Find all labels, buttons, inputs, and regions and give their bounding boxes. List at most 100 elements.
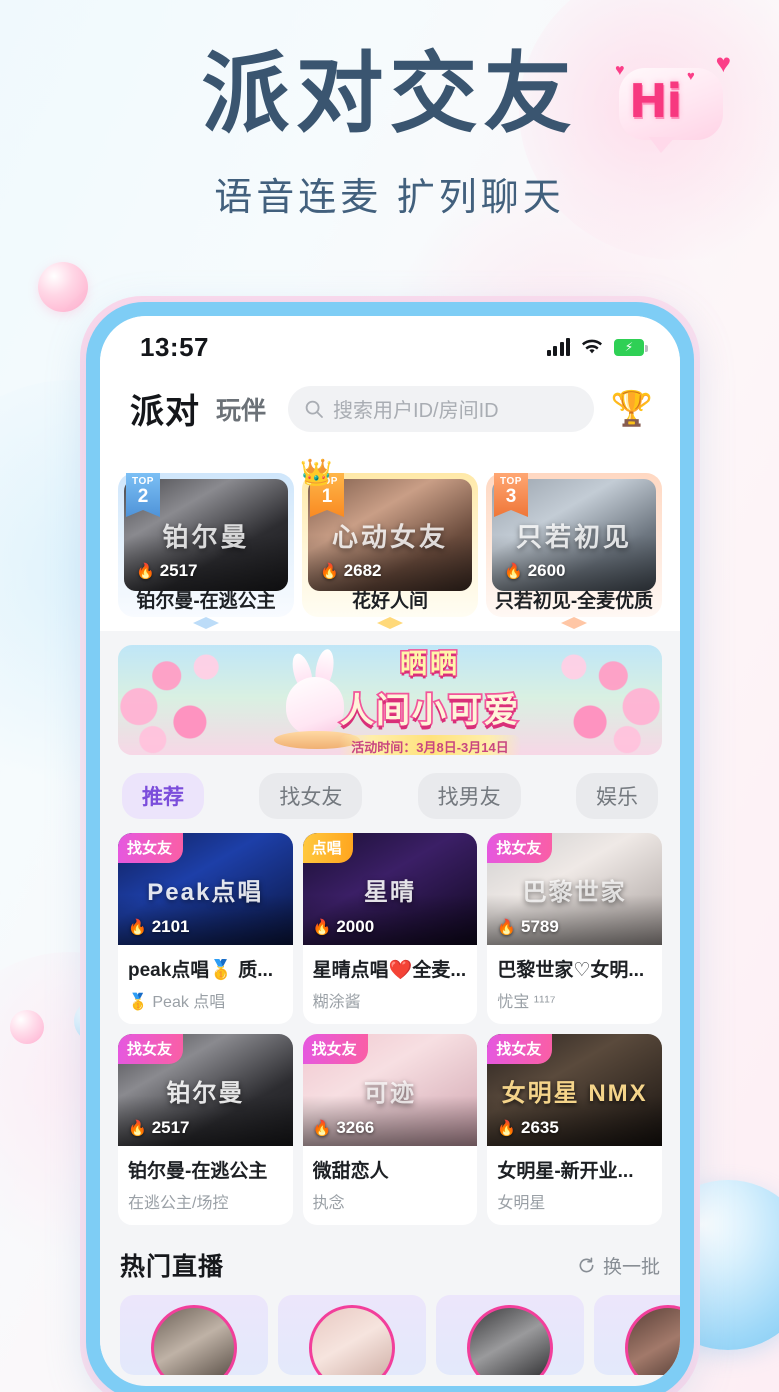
tab-party[interactable]: 派对 <box>130 384 200 433</box>
banner-line-2: 人间小可爱 <box>338 690 520 732</box>
room-category-badge: 找女友 <box>487 1034 553 1064</box>
room-heat-value: 2000 <box>336 917 375 936</box>
top-ranking-row: 铂尔曼 🔥 2517 TOP 2 铂尔曼-在逃公主 心动女友 🔥 2682 👑 … <box>100 451 680 631</box>
live-avatar-card[interactable] <box>594 1295 680 1375</box>
room-title: 星晴点唱❤️全麦... <box>312 960 467 981</box>
sakura-tree-right-icon <box>546 645 662 755</box>
hot-live-header: 热门直播 换一批 <box>120 1247 660 1283</box>
room-heat-value: 2101 <box>151 917 190 936</box>
refresh-label: 换一批 <box>602 1256 660 1278</box>
filter-tab-recommend[interactable]: 推荐 <box>122 773 204 819</box>
wifi-icon <box>582 339 602 354</box>
room-thumbnail: 铂尔曼 找女友 🔥 2517 <box>118 1034 293 1146</box>
banner-text-block: 晒晒 人间小可爱 活动时间：3月8日-3月14日 <box>338 645 521 755</box>
pedestal-diamond-1 <box>377 617 403 629</box>
room-heat-value: 2635 <box>521 1118 559 1137</box>
room-category-badge: 找女友 <box>487 833 553 863</box>
heart-icon-tiny: ♥ <box>687 68 695 83</box>
room-heat: 🔥 5789 <box>497 917 559 937</box>
room-host: 糊涂酱 <box>312 994 361 1011</box>
room-category-badge: 找女友 <box>302 1034 368 1064</box>
hi-sticker-label: Hi <box>629 74 682 128</box>
status-time: 13:57 <box>140 331 209 362</box>
room-category-badge: 点唱 <box>302 833 353 863</box>
page-subtitle: 语音连麦 扩列聊天 <box>214 177 565 220</box>
room-card[interactable]: 可迹 找女友 🔥 3266 微甜恋人 执念 <box>302 1034 478 1225</box>
trophy-icon[interactable]: 🏆 <box>610 392 654 426</box>
flame-icon: 🔥 <box>136 563 155 580</box>
live-avatar-card[interactable] <box>278 1295 426 1375</box>
pedestal-diamond-3 <box>561 617 587 629</box>
room-heat-value: 5789 <box>521 917 559 936</box>
avatar <box>467 1305 553 1375</box>
heat-count-3: 🔥 2600 <box>504 561 566 581</box>
room-heat: 🔥 2635 <box>497 1118 559 1138</box>
search-input[interactable]: 搜索用户ID/房间ID <box>288 385 594 432</box>
room-thumbnail: 星晴 点唱 🔥 2000 <box>302 833 478 945</box>
heat-value-1: 2682 <box>343 561 382 580</box>
promo-banner[interactable]: 晒晒 人间小可爱 活动时间：3月8日-3月14日 <box>118 645 662 755</box>
filter-tab-entertainment[interactable]: 娱乐 <box>575 773 658 819</box>
room-title: 微甜恋人 <box>312 1161 389 1182</box>
search-placeholder: 搜索用户ID/房间ID <box>333 400 499 422</box>
flame-icon: 🔥 <box>504 563 523 580</box>
room-host: 执念 <box>312 1195 345 1212</box>
top-rank-card-3[interactable]: 只若初见 🔥 2600 TOP 3 只若初见-全麦优质 <box>486 459 662 629</box>
heat-count-1: 🔥 2682 <box>320 561 382 581</box>
signal-bars-icon <box>546 338 570 356</box>
banner-line-1: 晒晒 <box>398 648 460 681</box>
status-bar: 13:57 ⚡ <box>100 316 680 372</box>
flame-icon: 🔥 <box>128 1120 147 1137</box>
refresh-icon <box>579 1256 594 1272</box>
room-thumbnail: 巴黎世家 找女友 🔥 5789 <box>487 833 662 945</box>
room-thumbnail: 女明星 NMX 找女友 🔥 2635 <box>487 1034 662 1146</box>
top-rank-card-2[interactable]: 铂尔曼 🔥 2517 TOP 2 铂尔曼-在逃公主 <box>118 459 294 629</box>
room-card[interactable]: 铂尔曼 找女友 🔥 2517 铂尔曼-在逃公主 在逃公主/场控 <box>118 1034 293 1225</box>
crown-icon: 👑 <box>300 457 333 487</box>
filter-tab-find-boyfriend[interactable]: 找男友 <box>417 773 521 819</box>
hot-live-section: 热门直播 换一批 <box>100 1235 680 1375</box>
room-title: peak点唱🥇 质... <box>128 960 274 981</box>
filter-tab-find-girlfriend[interactable]: 找女友 <box>259 773 363 819</box>
flame-icon: 🔥 <box>312 919 332 936</box>
decorative-bubble-pink-icon <box>38 262 88 312</box>
flame-icon: 🔥 <box>320 563 339 580</box>
heart-icon-large: ♥ <box>715 48 731 78</box>
room-host: 🥇 Peak 点唱 <box>128 994 226 1011</box>
filter-tabs: 推荐 找女友 找男友 娱乐 <box>100 769 680 833</box>
room-card[interactable]: 巴黎世家 找女友 🔥 5789 巴黎世家♡女明... 忧宝 ¹¹¹⁷ <box>487 833 662 1024</box>
heat-count-2: 🔥 2517 <box>136 561 198 581</box>
hot-live-title: 热门直播 <box>120 1253 225 1281</box>
room-grid: Peak点唱 找女友 🔥 2101 peak点唱🥇 质... 🥇 Peak 点唱… <box>100 833 680 1235</box>
heat-value-3: 2600 <box>527 561 566 580</box>
flame-icon: 🔥 <box>312 1120 332 1137</box>
promo-banner-area: 晒晒 人间小可爱 活动时间：3月8日-3月14日 <box>100 631 680 769</box>
room-card[interactable]: 女明星 NMX 找女友 🔥 2635 女明星-新开业... 女明星 <box>487 1034 662 1225</box>
top-rank-card-1[interactable]: 心动女友 🔥 2682 👑 TOP 1 花好人间 <box>300 457 478 629</box>
pedestal-diamond-2 <box>193 617 219 629</box>
room-card[interactable]: Peak点唱 找女友 🔥 2101 peak点唱🥇 质... 🥇 Peak 点唱 <box>118 833 293 1024</box>
room-title: 铂尔曼-在逃公主 <box>128 1161 268 1182</box>
avatar <box>625 1305 680 1375</box>
room-thumbnail: Peak点唱 找女友 🔥 2101 <box>118 833 293 945</box>
live-avatar-card[interactable] <box>436 1295 584 1375</box>
room-card[interactable]: 星晴 点唱 🔥 2000 星晴点唱❤️全麦... 糊涂酱 <box>302 833 478 1024</box>
room-host: 在逃公主/场控 <box>128 1195 229 1212</box>
room-category-badge: 找女友 <box>118 833 184 863</box>
room-host: 忧宝 ¹¹¹⁷ <box>497 994 556 1011</box>
heart-icon-small: ♥ <box>615 62 625 79</box>
search-icon <box>305 400 323 418</box>
room-title: 女明星-新开业... <box>497 1161 634 1182</box>
flame-icon: 🔥 <box>128 919 147 936</box>
decorative-bubble-pink-small-icon <box>10 1010 44 1044</box>
room-heat: 🔥 2101 <box>128 917 190 937</box>
avatar <box>309 1305 395 1375</box>
room-host: 女明星 <box>497 1195 546 1212</box>
status-indicators: ⚡ <box>546 338 648 356</box>
room-heat-value: 2517 <box>151 1118 190 1137</box>
refresh-button[interactable]: 换一批 <box>577 1252 660 1279</box>
room-title: 巴黎世家♡女明... <box>497 960 645 981</box>
banner-date-range: 活动时间：3月8日-3月14日 <box>339 735 521 755</box>
tab-playmate[interactable]: 玩伴 <box>216 391 266 427</box>
live-avatar-card[interactable] <box>120 1295 268 1375</box>
